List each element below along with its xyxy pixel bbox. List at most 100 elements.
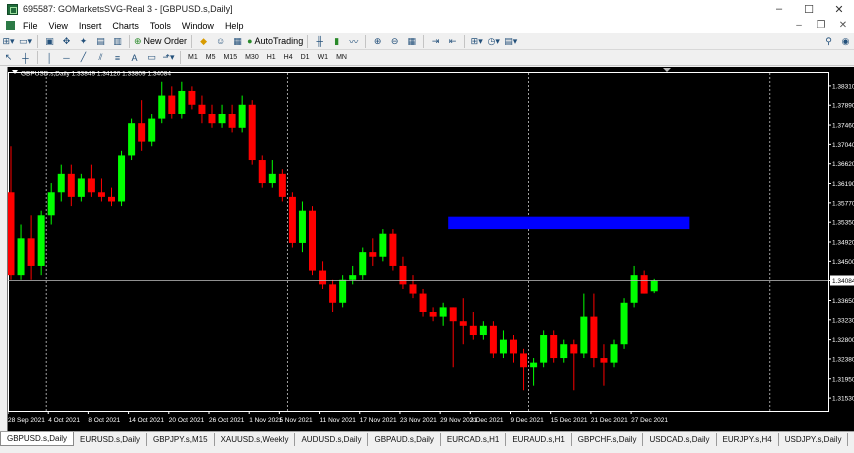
y-tick-label: 1.38310 bbox=[832, 83, 854, 90]
community-icon[interactable]: ◉ bbox=[838, 34, 853, 49]
candle-body bbox=[178, 90, 186, 114]
periods-icon[interactable]: ◷▾ bbox=[486, 34, 501, 49]
standard-toolbar: ⊞▾ ▭▾ ▣ ✥ ✦ ▤ ▥ ⊕ New Order ◆ ☺ ▦ ● Auto… bbox=[0, 33, 854, 50]
candle-30 bbox=[309, 206, 316, 276]
vertical-line-icon[interactable]: │ bbox=[42, 50, 57, 65]
timeframe-m1[interactable]: M1 bbox=[184, 54, 202, 61]
tab-gbpaud-daily[interactable]: GBPAUD.s,Daily bbox=[368, 433, 441, 446]
candle-18 bbox=[188, 86, 196, 110]
menu-insert[interactable]: Insert bbox=[75, 21, 109, 31]
zoom-out-icon[interactable]: ⊖ bbox=[387, 34, 402, 49]
timeframe-h1[interactable]: H1 bbox=[263, 54, 280, 61]
navigator-icon[interactable]: ✦ bbox=[76, 34, 91, 49]
auto-scroll-icon[interactable]: ⇥ bbox=[428, 34, 443, 49]
child-minimize-icon[interactable]: – bbox=[788, 20, 810, 31]
tile-windows-icon[interactable]: ▦ bbox=[404, 34, 419, 49]
tab-audusd-daily[interactable]: AUDUSD.s,Daily bbox=[295, 433, 369, 446]
candle-body bbox=[459, 321, 467, 326]
candle-16 bbox=[168, 86, 176, 119]
candle-14 bbox=[148, 113, 156, 147]
price-chart[interactable]: 1.38310 1.37890 1.37460 1.37040 1.36620 1.361… bbox=[8, 67, 854, 431]
timeframe-d1[interactable]: D1 bbox=[297, 54, 314, 61]
menu-charts[interactable]: Charts bbox=[108, 21, 146, 31]
market-watch-icon[interactable]: ▣ bbox=[42, 34, 57, 49]
zoom-in-icon[interactable]: ⊕ bbox=[370, 34, 385, 49]
bar-chart-icon[interactable]: ╫ bbox=[312, 34, 327, 49]
x-tick-label: 5 Nov 2021 bbox=[279, 417, 313, 424]
channel-icon[interactable]: ⫽ bbox=[93, 50, 108, 65]
app-icon bbox=[7, 3, 18, 15]
fibonacci-icon[interactable]: ≡ bbox=[110, 50, 125, 65]
market-icon[interactable]: ▦ bbox=[230, 34, 245, 49]
candle-body bbox=[339, 279, 347, 303]
close-icon[interactable]: ✕ bbox=[824, 0, 854, 18]
tab-eurusd-daily[interactable]: EURUSD.s,Daily bbox=[74, 433, 148, 446]
timeframe-m30[interactable]: M30 bbox=[241, 54, 263, 61]
timeframe-h4[interactable]: H4 bbox=[280, 54, 297, 61]
candle-5 bbox=[57, 164, 65, 202]
tab-usdjpy-daily[interactable]: USDJPY.s,Daily bbox=[779, 433, 849, 446]
menu-file[interactable]: File bbox=[19, 21, 45, 31]
candle-63 bbox=[640, 270, 648, 294]
new-order-button[interactable]: ⊕ New Order bbox=[134, 34, 187, 49]
candle-body bbox=[118, 155, 126, 202]
menu-help[interactable]: Help bbox=[221, 21, 251, 31]
timeframe-m15[interactable]: M15 bbox=[219, 54, 241, 61]
candlestick-icon[interactable]: ▮ bbox=[329, 34, 344, 49]
tab-euraud-h1[interactable]: EURAUD.s,H1 bbox=[506, 433, 572, 446]
candle-body bbox=[499, 339, 507, 354]
x-tick-label: 23 Nov 2021 bbox=[400, 417, 437, 424]
candle-21 bbox=[218, 104, 226, 128]
candle-36 bbox=[369, 238, 377, 266]
search-icon[interactable]: ⚲ bbox=[821, 34, 836, 49]
minimize-icon[interactable]: – bbox=[764, 0, 794, 18]
tab-gbpjpy-m15[interactable]: GBPJPY.s,M15 bbox=[147, 433, 215, 446]
horizontal-line-icon[interactable]: ─ bbox=[59, 50, 74, 65]
child-restore-icon[interactable]: ❐ bbox=[810, 20, 832, 31]
candle-43 bbox=[439, 302, 447, 326]
indicators-icon[interactable]: ⊞▾ bbox=[469, 34, 484, 49]
tab-eurcad-h1[interactable]: EURCAD.s,H1 bbox=[441, 433, 507, 446]
tab-xauusd-weekly[interactable]: XAUUSD.s,Weekly bbox=[215, 433, 296, 446]
tab-usdcad-daily[interactable]: USDCAD.s,Daily bbox=[643, 433, 717, 446]
text-icon[interactable]: A bbox=[127, 50, 142, 65]
menu-window[interactable]: Window bbox=[178, 21, 221, 31]
metaeditor-icon[interactable]: ◆ bbox=[196, 34, 211, 49]
timeframe-mn[interactable]: MN bbox=[332, 54, 351, 61]
tab-gbpchf-daily[interactable]: GBPCHF.s,Daily bbox=[572, 433, 644, 446]
cursor-icon[interactable]: ↖ bbox=[1, 50, 16, 65]
candle-13 bbox=[138, 100, 146, 151]
strategy-tester-icon[interactable]: ▥ bbox=[110, 34, 125, 49]
candle-3 bbox=[37, 210, 45, 276]
terminal-icon[interactable]: ▤ bbox=[93, 34, 108, 49]
candle-37 bbox=[379, 229, 387, 262]
signals-icon[interactable]: ☺ bbox=[213, 34, 228, 49]
timeframe-m5[interactable]: M5 bbox=[202, 54, 220, 61]
chart-shift-icon[interactable]: ⇤ bbox=[445, 34, 460, 49]
candle-41 bbox=[419, 288, 427, 317]
profiles-icon[interactable]: ▭▾ bbox=[18, 34, 33, 49]
templates-icon[interactable]: ▤▾ bbox=[503, 34, 518, 49]
menu-view[interactable]: View bbox=[45, 21, 75, 31]
crosshair-icon[interactable]: ┼ bbox=[18, 50, 33, 65]
candle-62 bbox=[630, 265, 638, 308]
y-tick-label: 1.37040 bbox=[832, 142, 854, 149]
chart-window[interactable]: 1.38310 1.37890 1.37460 1.37040 1.36620 1.361… bbox=[7, 67, 854, 431]
data-window-icon[interactable]: ✥ bbox=[59, 34, 74, 49]
new-chart-icon[interactable]: ⊞▾ bbox=[1, 34, 16, 49]
maximize-icon[interactable]: ☐ bbox=[794, 0, 824, 18]
autotrading-icon: ● bbox=[247, 36, 253, 46]
timeframe-w1[interactable]: W1 bbox=[314, 54, 333, 61]
candle-body bbox=[198, 104, 206, 114]
candle-body bbox=[439, 307, 447, 317]
autotrading-button[interactable]: ● AutoTrading bbox=[247, 34, 303, 49]
tab-eurjpy-h4[interactable]: EURJPY.s,H4 bbox=[717, 433, 779, 446]
candle-body bbox=[489, 325, 497, 354]
arrows-icon[interactable]: ⬏▾ bbox=[161, 50, 176, 65]
tab-gbpusd-daily[interactable]: GBPUSD.s,Daily bbox=[0, 432, 75, 446]
child-close-icon[interactable]: ✕ bbox=[832, 20, 854, 31]
trendline-icon[interactable]: ╱ bbox=[76, 50, 91, 65]
menu-tools[interactable]: Tools bbox=[146, 21, 178, 31]
label-icon[interactable]: ▭ bbox=[144, 50, 159, 65]
line-chart-icon[interactable]: 〰 bbox=[346, 34, 361, 49]
